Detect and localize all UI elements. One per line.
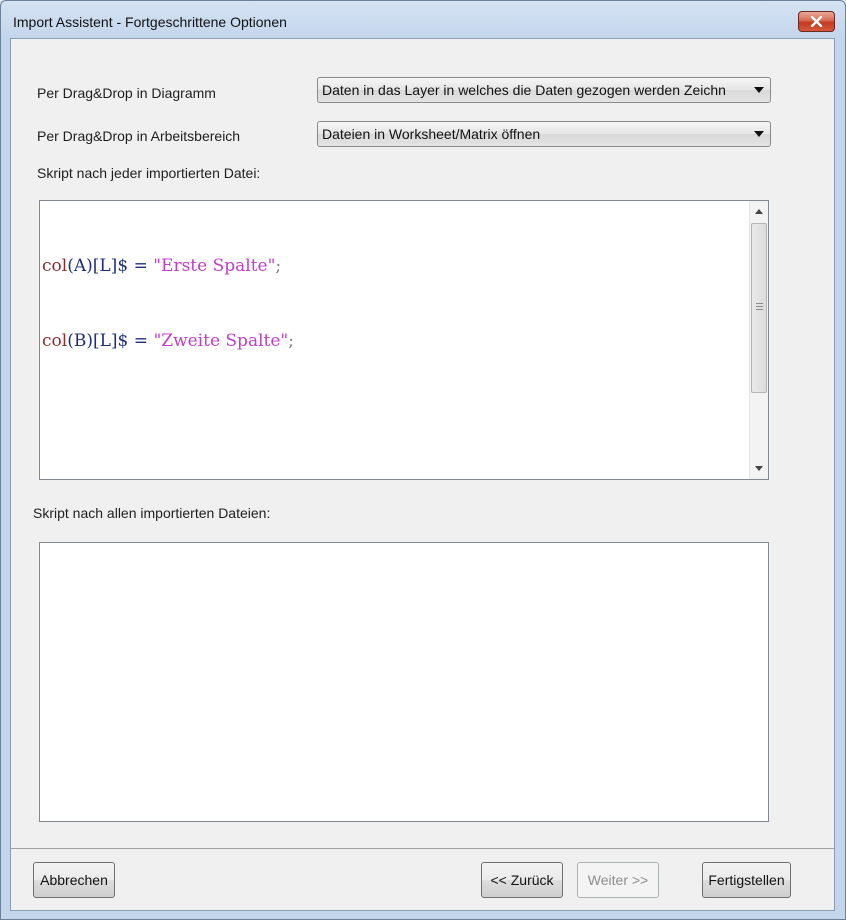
drag-drop-diagram-select[interactable]: Daten in das Layer in welches die Daten … [317,77,771,103]
drag-drop-diagram-value: Daten in das Layer in welches die Daten … [322,82,726,98]
scrollbar-thumb[interactable] [751,223,767,393]
window-title: Import Assistent - Fortgeschrittene Opti… [13,14,287,30]
script-all-editor[interactable] [39,542,769,822]
drag-drop-workspace-value: Dateien in Worksheet/Matrix öffnen [322,126,541,142]
chevron-down-icon [754,87,764,93]
close-icon [810,16,823,27]
back-button[interactable]: << Zurück [481,862,563,898]
code-string: "Zweite Spalte" [153,331,289,351]
vertical-scrollbar[interactable] [749,201,768,479]
code-semicolon: ; [288,331,294,351]
grip-line [756,309,763,310]
grip-line [756,306,763,307]
code-semicolon: ; [275,256,282,276]
drag-drop-workspace-select[interactable]: Dateien in Worksheet/Matrix öffnen [317,121,771,147]
code-operator: B [73,331,87,351]
script-each-label: Skript nach jeder importierten Datei: [37,165,261,181]
scroll-up-icon[interactable] [755,209,763,214]
code-keyword: col [42,331,68,351]
button-bar: Abbrechen << Zurück Weiter >> Fertigstel… [11,849,834,910]
code-line: col(A)[L]$ = "Erste Spalte"; [42,254,294,279]
code-string: "Erste Spalte" [153,256,276,276]
close-button[interactable] [798,11,835,32]
dialog-body: Per Drag&Drop in Diagramm Daten in das L… [10,38,835,911]
code-operator: ) [86,331,93,351]
code-operator: A [73,256,87,276]
scroll-down-icon[interactable] [755,466,763,471]
code-operator: $ [117,331,129,351]
drag-drop-workspace-label: Per Drag&Drop in Arbeitsbereich [37,128,241,144]
code-operator: ( [67,256,74,276]
cancel-button[interactable]: Abbrechen [33,862,115,898]
grip-line [756,303,763,304]
code-operator: [L] [92,256,118,276]
code-operator: [L] [92,331,118,351]
code-operator: ( [67,331,74,351]
code-operator: $ [117,256,129,276]
script-all-label: Skript nach allen importierten Dateien: [33,505,271,521]
drag-drop-diagram-label: Per Drag&Drop in Diagramm [37,85,216,101]
title-bar[interactable]: Import Assistent - Fortgeschrittene Opti… [1,1,845,39]
code-operator: = [133,331,149,351]
chevron-down-icon [754,131,764,137]
script-each-editor[interactable]: col(A)[L]$ = "Erste Spalte"; col(B)[L]$ … [39,200,769,480]
code-operator: = [133,256,148,276]
script-code: col(A)[L]$ = "Erste Spalte"; col(B)[L]$ … [42,204,294,404]
code-keyword: col [42,256,68,276]
code-line: col(B)[L]$ = "Zweite Spalte"; [42,329,294,354]
code-operator: ) [86,256,93,276]
dialog-window: Import Assistent - Fortgeschrittene Opti… [0,0,846,920]
finish-button[interactable]: Fertigstellen [702,862,791,898]
next-button[interactable]: Weiter >> [577,862,659,898]
